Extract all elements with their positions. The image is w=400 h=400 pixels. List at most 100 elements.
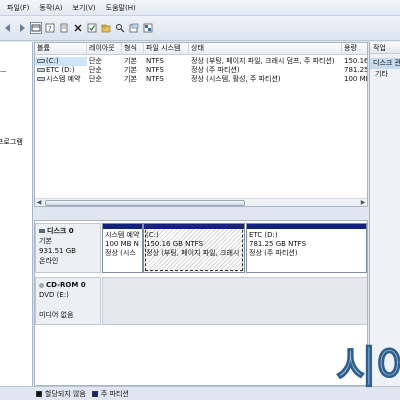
table-row[interactable]: 시스템 예약 단순 기본 NTFS 정상 (시스템, 활성, 주 파티션) 10… [35, 75, 368, 84]
partition-body: 시스템 예약 100 MB N 정상 (시스 [103, 229, 142, 260]
column-header-layout[interactable]: 레이아웃 [87, 43, 122, 55]
column-header-volume[interactable]: 볼륨 [35, 43, 87, 55]
actions-item-more[interactable]: 기타 [370, 69, 400, 80]
disk-state: 온라인 [39, 257, 59, 265]
column-header-capacity[interactable]: 용량 [342, 43, 367, 55]
forward-icon[interactable] [16, 22, 28, 34]
volume-name-cell: ETC (D:) [35, 66, 87, 75]
column-header-type[interactable]: 형식 [122, 43, 144, 55]
list-view-icon[interactable] [30, 22, 42, 34]
partition-name: 시스템 예약 [105, 231, 140, 239]
cdrom-row: CD-ROM 0 DVD (E:) 미디어 없음 [35, 277, 367, 325]
filesystem-cell: NTFS [146, 66, 164, 74]
menu-action[interactable]: 동작(A) [34, 3, 67, 13]
navigation-pane: ㅡ 프로그램 [0, 42, 33, 386]
partition-status: 정상 (시스 [105, 249, 136, 257]
column-header-filesystem[interactable]: 파일 시스템 [144, 43, 189, 55]
table-row[interactable]: (C:) 단순 기본 NTFS 정상 (부팅, 페이지 파일, 크래시 덤프, … [35, 57, 368, 66]
capacity-cell: 781.25 [344, 66, 368, 74]
type-cell: 기본 [124, 57, 137, 65]
cdrom-info[interactable]: CD-ROM 0 DVD (E:) 미디어 없음 [35, 277, 101, 325]
cdrom-size [39, 300, 97, 310]
disk-info[interactable]: 디스크 0 기본 931.51 GB 온라인 [35, 223, 101, 273]
cdrom-title-text: CD-ROM 0 [46, 281, 86, 289]
toolbar: ? [0, 16, 400, 41]
help-icon[interactable]: ? [44, 22, 56, 34]
volume-icon [37, 77, 45, 81]
capacity-cell: 100 MB [344, 75, 368, 83]
export-icon[interactable] [128, 22, 140, 34]
disk-title: 디스크 0 [39, 226, 97, 236]
disk-row: 디스크 0 기본 931.51 GB 온라인 시스템 예약 100 MB N 정… [35, 223, 367, 273]
layout-cell: 단순 [89, 66, 102, 74]
table-row[interactable]: ETC (D:) 단순 기본 NTFS 정상 (주 파티션) 781.25 [35, 66, 368, 75]
cdrom-icon [39, 282, 44, 288]
legend-bar: 할당되지 않음 주 파티션 [0, 386, 400, 400]
volume-list: 볼륨 레이아웃 형식 파일 시스템 상태 용량 (C:) 단순 기본 NTFS … [34, 42, 368, 207]
scroll-right-icon[interactable]: ▶ [359, 199, 367, 206]
cdrom-empty-region [102, 277, 367, 325]
menu-help[interactable]: 도움말(H) [101, 3, 141, 13]
back-icon[interactable] [2, 22, 14, 34]
type-cell: 기본 [124, 75, 137, 83]
column-header-status[interactable]: 상태 [189, 43, 342, 55]
volume-name: (C:) [46, 57, 59, 65]
search-icon[interactable] [114, 22, 126, 34]
disk-size: 931.51 GB [39, 247, 76, 255]
status-cell: 정상 (부팅, 페이지 파일, 크래시 덤프, 주 파티션) [191, 57, 335, 65]
volume-name-cell: 시스템 예약 [35, 75, 87, 84]
partition-status: 정상 (주 파티션) [249, 249, 298, 257]
partition-body: (C:) 150.16 GB NTFS 정상 (부팅, 페이지 파일, 크래시 [144, 229, 244, 272]
horizontal-scrollbar[interactable]: ◀ ▶ [35, 198, 367, 206]
menu-view[interactable]: 보기(V) [68, 3, 101, 13]
status-cell: 정상 (시스템, 활성, 주 파티션) [191, 75, 281, 83]
legend-swatch-primary [91, 390, 98, 397]
svg-text:?: ? [48, 25, 52, 33]
status-cell: 정상 (주 파티션) [191, 66, 240, 74]
filesystem-cell: NTFS [146, 57, 164, 65]
partition-c[interactable]: (C:) 150.16 GB NTFS 정상 (부팅, 페이지 파일, 크래시 [143, 223, 245, 273]
refresh-icon[interactable] [142, 22, 154, 34]
partition-system-reserved[interactable]: 시스템 예약 100 MB N 정상 (시스 [102, 223, 143, 273]
partition-size: 150.16 GB NTFS [146, 240, 204, 248]
partition-name: ETC (D:) [249, 231, 278, 239]
nav-item-collapsed[interactable]: ㅡ [0, 67, 6, 77]
partition-size: 781.25 GB NTFS [249, 240, 307, 248]
delete-icon[interactable] [72, 22, 84, 34]
scrollbar-thumb[interactable] [45, 200, 245, 206]
nav-item-programs[interactable]: 프로그램 [0, 137, 23, 147]
layout-cell: 단순 [89, 75, 102, 83]
capacity-cell: 150.16 [344, 57, 368, 65]
checkbox-icon[interactable] [86, 22, 98, 34]
type-cell: 기본 [124, 66, 137, 74]
disk-icon [39, 229, 45, 233]
menu-bar: 파일(F) 동작(A) 보기(V) 도움말(H) [0, 0, 400, 16]
disk-title-text: 디스크 0 [47, 227, 74, 235]
cdrom-state: 미디어 없음 [39, 311, 74, 319]
layout-cell: 단순 [89, 57, 102, 65]
disk-kind: 기본 [39, 237, 52, 245]
main-content: 볼륨 레이아웃 형식 파일 시스템 상태 용량 (C:) 단순 기본 NTFS … [34, 42, 368, 386]
actions-section-disk-management[interactable]: 디스크 관 [370, 58, 400, 69]
disk-map: 디스크 0 기본 931.51 GB 온라인 시스템 예약 100 MB N 정… [34, 220, 368, 386]
partition-d[interactable]: ETC (D:) 781.25 GB NTFS 정상 (주 파티션) [246, 223, 367, 273]
legend-label-primary: 주 파티션 [100, 389, 129, 398]
volume-name-cell: (C:) [35, 57, 87, 66]
volume-name: 시스템 예약 [46, 75, 81, 83]
scroll-left-icon[interactable]: ◀ [35, 199, 43, 206]
actions-pane: 작업 디스크 관 기타 [369, 42, 400, 386]
legend-label-unallocated: 할당되지 않음 [45, 389, 86, 398]
cdrom-kind: DVD (E:) [39, 291, 69, 299]
legend-swatch-unallocated [36, 390, 42, 397]
filesystem-cell: NTFS [146, 75, 164, 83]
menu-file[interactable]: 파일(F) [2, 3, 34, 13]
properties-icon[interactable] [58, 22, 70, 34]
volume-list-header: 볼륨 레이아웃 형식 파일 시스템 상태 용량 [35, 43, 367, 55]
partition-body: ETC (D:) 781.25 GB NTFS 정상 (주 파티션) [247, 229, 366, 260]
volume-name: ETC (D:) [46, 66, 75, 74]
open-icon[interactable] [100, 22, 112, 34]
partition-size: 100 MB N [105, 240, 139, 248]
partition-status: 정상 (부팅, 페이지 파일, 크래시 [146, 249, 240, 257]
volume-icon [37, 59, 45, 63]
partition-name: (C:) [146, 231, 159, 239]
